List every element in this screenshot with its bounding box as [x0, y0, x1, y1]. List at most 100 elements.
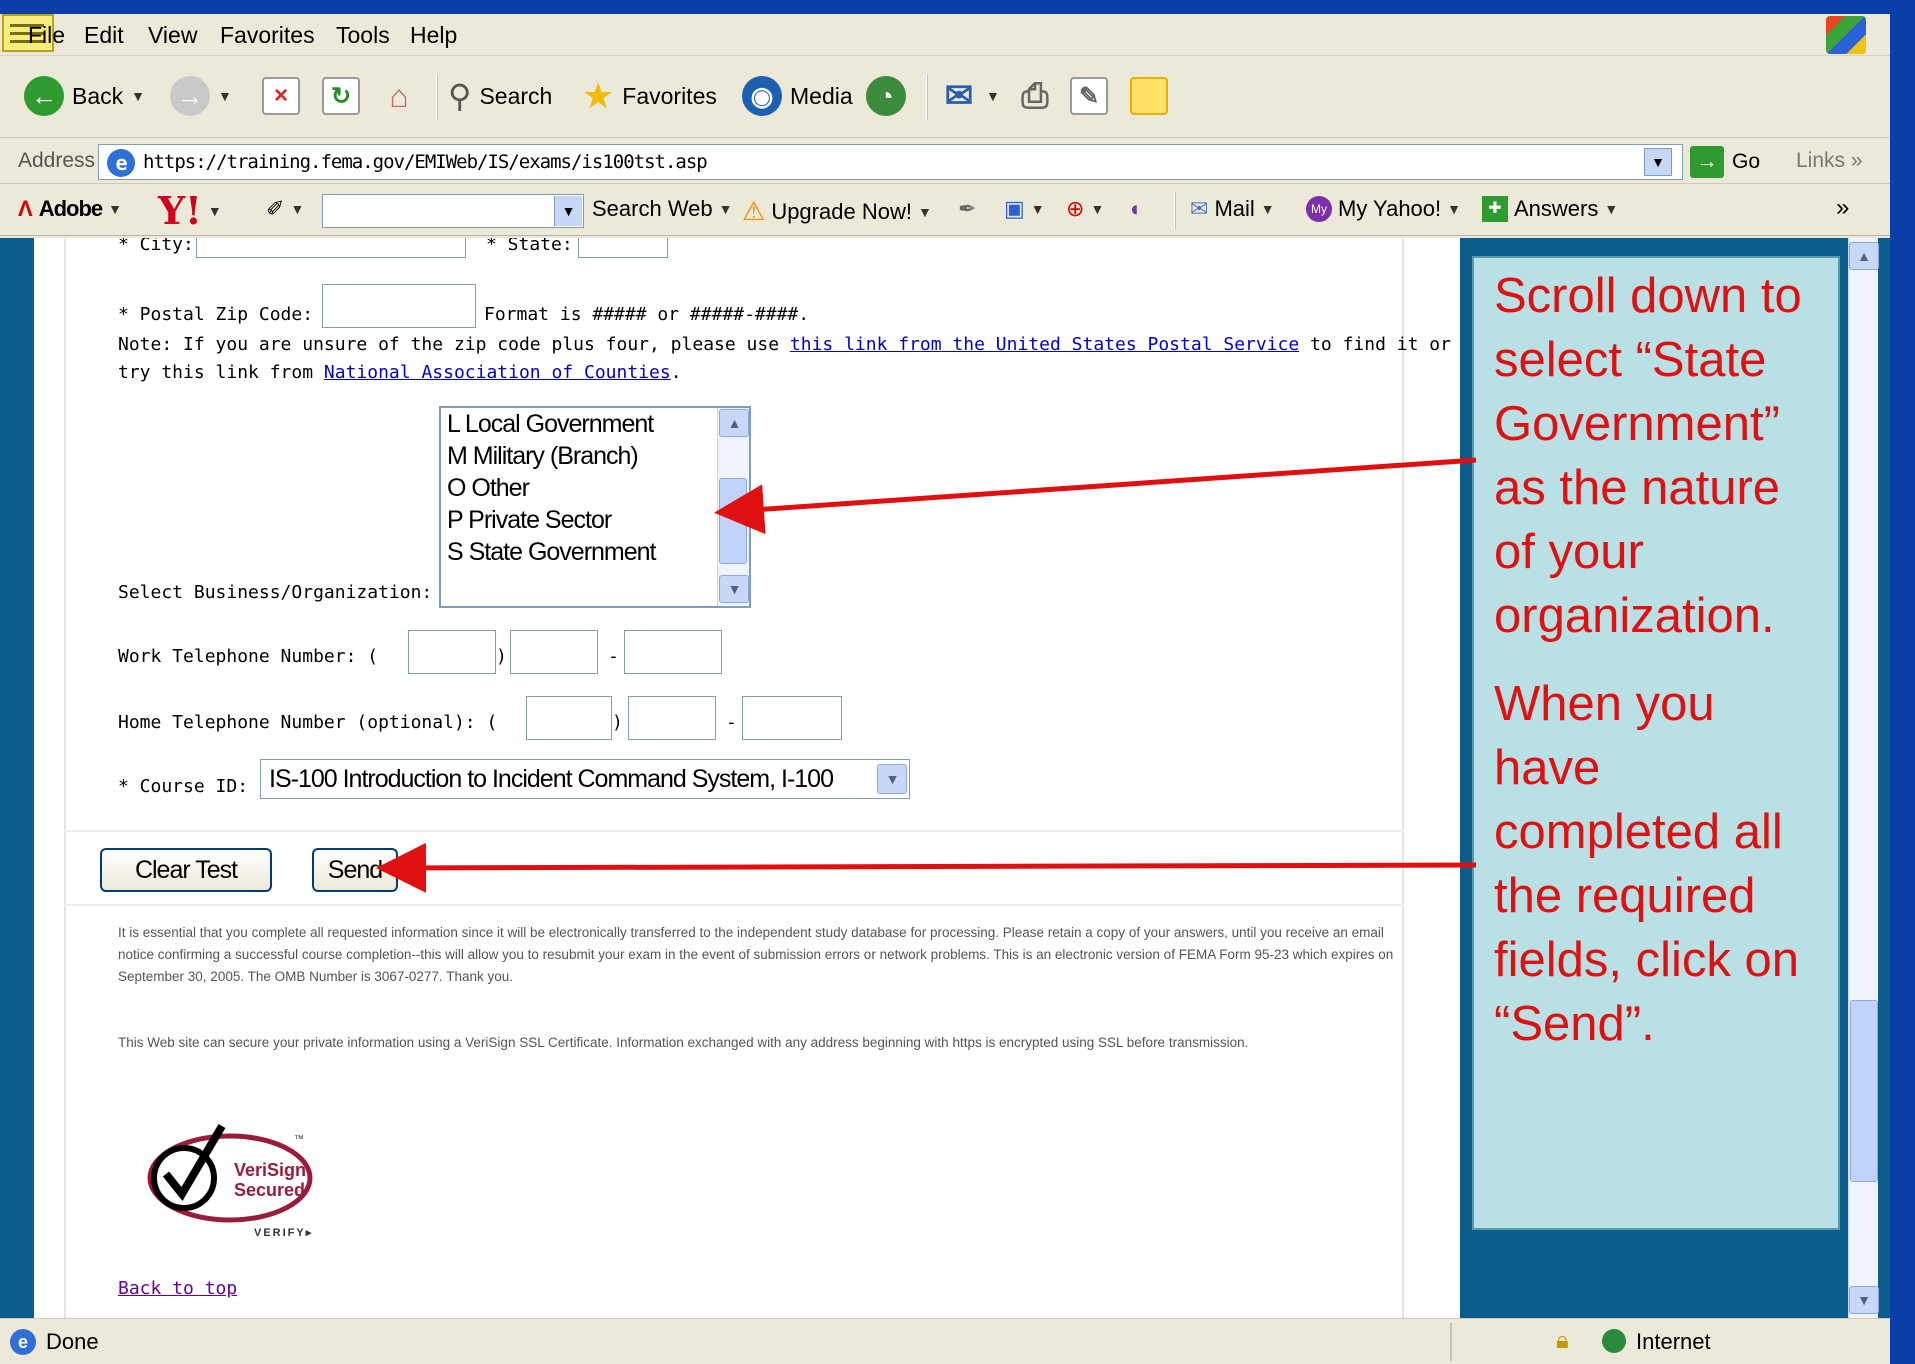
edit-button[interactable]: ✎ — [1070, 74, 1108, 118]
my-yahoo-button[interactable]: My My Yahoo! ▼ — [1306, 196, 1461, 222]
go-button[interactable]: → Go — [1690, 146, 1760, 178]
address-bar: Address e https://training.fema.gov/EMIW… — [0, 140, 1890, 184]
antispy-button[interactable]: ⊕ ▼ — [1066, 196, 1104, 222]
back-arrow-icon: ← — [24, 76, 64, 116]
chevron-down-icon: ▼ — [290, 201, 305, 217]
mail-menu-button[interactable]: ✉ Mail ▼ — [1190, 196, 1275, 222]
search-button[interactable]: ⚲ Search — [448, 74, 552, 118]
menu-help[interactable]: Help — [410, 22, 457, 49]
globe-icon — [1602, 1329, 1626, 1353]
favorites-label: Favorites — [622, 82, 717, 109]
chevron-down-icon: ▼ — [1604, 201, 1619, 217]
headphones-icon: ◐ — [1130, 196, 1144, 221]
pen-button[interactable]: ✒ — [958, 196, 976, 222]
answers-button[interactable]: ✚ Answers ▼ — [1482, 196, 1618, 222]
window-border-right — [1890, 0, 1915, 1364]
toolbar-separator — [436, 74, 438, 120]
back-button[interactable]: ← Back ▼ — [24, 74, 145, 118]
menu-edit[interactable]: Edit — [84, 22, 124, 49]
chevron-down-icon: ▼ — [917, 203, 932, 220]
menu-file[interactable]: File — [28, 22, 65, 49]
links-label: Links — [1796, 149, 1846, 172]
status-text: Done — [46, 1329, 99, 1354]
page-viewport: * City: * State: * Postal Zip Code: Form… — [0, 238, 1890, 1318]
chevron-down-icon: ▼ — [218, 88, 232, 104]
menu-view[interactable]: View — [148, 22, 197, 49]
search-web-button[interactable]: Search Web ▼ — [592, 196, 733, 222]
menu-tools[interactable]: Tools — [336, 22, 390, 49]
ie-page-icon: e — [107, 149, 135, 177]
highlight-button[interactable]: ✐ ▼ — [266, 196, 304, 222]
favorites-button[interactable]: ★ Favorites — [582, 74, 717, 118]
arrow-to-state-government — [714, 457, 1477, 535]
star-icon: ★ — [582, 75, 615, 116]
pen-icon: ✒ — [958, 196, 977, 221]
toolbar-separator — [1174, 192, 1176, 230]
print-button[interactable]: ⎙ — [1016, 74, 1054, 118]
chevron-down-icon[interactable]: ▼ — [554, 196, 582, 226]
toolbar-separator — [926, 74, 928, 120]
warning-icon: ⚠ — [742, 196, 766, 226]
yahoo-logo-icon: Y! — [158, 188, 202, 233]
media-button[interactable]: ◉ Media — [742, 74, 853, 118]
ie-page-icon: e — [10, 1329, 36, 1355]
standard-toolbar: ← Back ▼ → ▼ × ↻ ⌂ ⚲ Search ★ Favorites … — [0, 58, 1890, 138]
status-divider — [1450, 1323, 1452, 1361]
upgrade-button[interactable]: ⚠ Upgrade Now! ▼ — [742, 196, 932, 227]
forward-arrow-icon: → — [170, 76, 210, 116]
search-icon: ⚲ — [448, 78, 472, 114]
mail-label: Mail — [1214, 196, 1255, 221]
answers-label: Answers — [1514, 196, 1599, 221]
pencil-icon: ✐ — [266, 196, 285, 221]
go-label: Go — [1732, 150, 1761, 173]
status-bar: e Done 🔒︎ Internet — [0, 1318, 1890, 1364]
music-button[interactable]: ◐ — [1130, 196, 1143, 222]
chevron-down-icon: ▼ — [1260, 201, 1275, 217]
title-bar — [0, 0, 1915, 14]
links-button[interactable]: Links » — [1796, 149, 1863, 173]
mail-button[interactable]: ✉ ▼ — [940, 74, 1000, 118]
search-web-label: Search Web — [592, 196, 713, 221]
media-label: Media — [790, 82, 853, 109]
toolbar-overflow-icon[interactable]: » — [1836, 194, 1849, 222]
my-yahoo-icon: My — [1306, 196, 1332, 222]
back-label: Back — [72, 82, 124, 109]
forward-button[interactable]: → ▼ — [170, 74, 232, 118]
menu-favorites[interactable]: Favorites — [220, 22, 315, 49]
yahoo-menu-button[interactable]: Y! ▼ — [158, 188, 222, 233]
stop-button[interactable]: × — [262, 74, 300, 118]
chevron-down-icon: ▼ — [108, 201, 122, 217]
windows-logo-icon — [1826, 16, 1866, 54]
home-button[interactable]: ⌂ — [380, 74, 418, 118]
refresh-icon: ↻ — [322, 77, 360, 115]
chevron-down-icon: ▼ — [1030, 201, 1045, 217]
address-input[interactable]: e https://training.fema.gov/EMIWeb/IS/ex… — [98, 144, 1683, 180]
mail-envelope-icon: ✉ — [944, 77, 974, 115]
yahoo-search-input[interactable]: ▼ — [322, 194, 584, 228]
zone-text: Internet — [1636, 1329, 1711, 1354]
envelope-icon: ✉ — [1190, 196, 1209, 221]
upgrade-label: Upgrade Now! — [771, 198, 912, 224]
bookmark-button[interactable]: ▣ ▼ — [1004, 196, 1045, 222]
adobe-label: Adobe — [38, 196, 103, 221]
annotation-arrows — [376, 457, 1477, 893]
media-icon: ◉ — [742, 76, 782, 116]
yahoo-toolbar: Λ Adobe ▼ Y! ▼ ✐ ▼ ▼ Search Web ▼ ⚠ Upgra… — [0, 186, 1890, 236]
refresh-button[interactable]: ↻ — [322, 74, 360, 118]
chevron-down-icon: ▼ — [1447, 201, 1461, 217]
adobe-button[interactable]: Λ Adobe ▼ — [18, 196, 122, 222]
discuss-button[interactable] — [1130, 74, 1168, 118]
go-arrow-icon: → — [1690, 146, 1724, 178]
address-label: Address — [18, 149, 96, 172]
address-url: https://training.fema.gov/EMIWeb/IS/exam… — [143, 151, 708, 173]
history-button[interactable]: ◔ — [866, 74, 906, 118]
history-icon: ◔ — [866, 76, 906, 116]
chevron-down-icon: ▼ — [986, 88, 1000, 104]
stop-icon: × — [262, 77, 300, 115]
chevron-down-icon: ▼ — [131, 88, 145, 104]
address-dropdown-icon[interactable]: ▼ — [1644, 148, 1672, 176]
adobe-logo-icon: Λ — [18, 196, 33, 221]
search-label: Search — [479, 82, 553, 109]
chevron-down-icon: ▼ — [207, 202, 222, 219]
crosshair-icon: ⊕ — [1066, 196, 1085, 221]
